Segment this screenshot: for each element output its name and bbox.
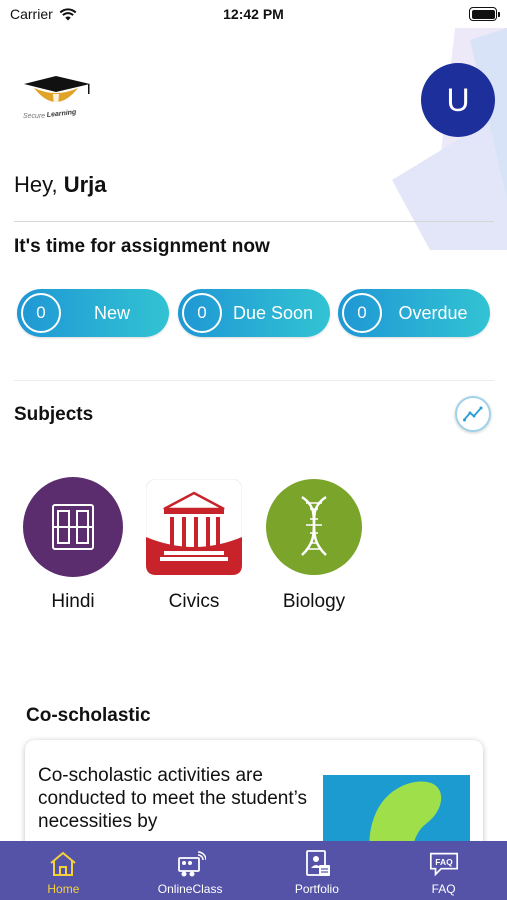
overdue-label: Overdue — [398, 302, 468, 323]
battery-icon — [469, 7, 500, 21]
svg-text:FAQ: FAQ — [435, 857, 453, 867]
due-soon-count: 0 — [182, 293, 222, 333]
subject-label: Civics — [168, 591, 220, 612]
tab-bar: Home OnlineClass Portfolio FAQ FAQ — [0, 841, 507, 900]
tab-label: Portfolio — [294, 882, 339, 896]
tab-portfolio[interactable]: Portfolio — [254, 841, 381, 900]
divider — [14, 221, 494, 222]
due-soon-label: Due Soon — [232, 302, 314, 323]
greeting-prefix: Hey, — [14, 172, 58, 197]
biology-icon — [264, 477, 364, 577]
tab-label: FAQ — [431, 882, 456, 896]
tab-online-class[interactable]: OnlineClass — [127, 841, 254, 900]
subject-biology[interactable]: Biology — [259, 477, 369, 613]
home-icon — [47, 848, 79, 880]
online-class-icon — [174, 848, 207, 880]
divider — [14, 380, 494, 381]
civics-icon — [144, 477, 244, 577]
subject-label: Biology — [282, 591, 346, 612]
new-count: 0 — [21, 293, 61, 333]
svg-text:Learning: Learning — [46, 109, 77, 119]
co-scholastic-description: Co-scholastic activities are conducted t… — [38, 765, 307, 832]
assignment-overdue-button[interactable]: 0 Overdue — [338, 289, 490, 337]
svg-text:Secure: Secure — [23, 113, 45, 120]
subjects-section-title: Subjects — [14, 404, 94, 425]
tab-label: Home — [47, 882, 80, 896]
secure-learning-logo: Secure Learning — [23, 76, 90, 120]
subject-civics[interactable]: Civics — [139, 477, 249, 613]
assignment-section-title: It's time for assignment now — [14, 236, 270, 257]
portfolio-icon — [301, 848, 333, 880]
faq-icon: FAQ — [428, 848, 460, 880]
tab-label: OnlineClass — [157, 882, 223, 896]
status-bar: Carrier 12:42 PM — [0, 0, 507, 28]
hindi-icon — [23, 477, 123, 577]
user-avatar[interactable]: U — [421, 63, 495, 137]
status-time: 12:42 PM — [223, 6, 284, 22]
trend-icon — [463, 406, 483, 422]
greeting: Hey, Urja — [14, 172, 107, 198]
overdue-count: 0 — [342, 293, 382, 333]
user-name: Urja — [63, 172, 107, 197]
subject-label: Hindi — [51, 591, 95, 612]
tab-faq[interactable]: FAQ FAQ — [380, 841, 507, 900]
assignment-due-soon-button[interactable]: 0 Due Soon — [178, 289, 330, 337]
trend-button[interactable] — [455, 396, 491, 432]
tab-home[interactable]: Home — [0, 841, 127, 900]
subject-hindi[interactable]: Hindi — [18, 477, 128, 613]
co-scholastic-title: Co-scholastic — [26, 705, 151, 726]
assignment-new-button[interactable]: 0 New — [17, 289, 169, 337]
new-label: New — [93, 302, 130, 323]
